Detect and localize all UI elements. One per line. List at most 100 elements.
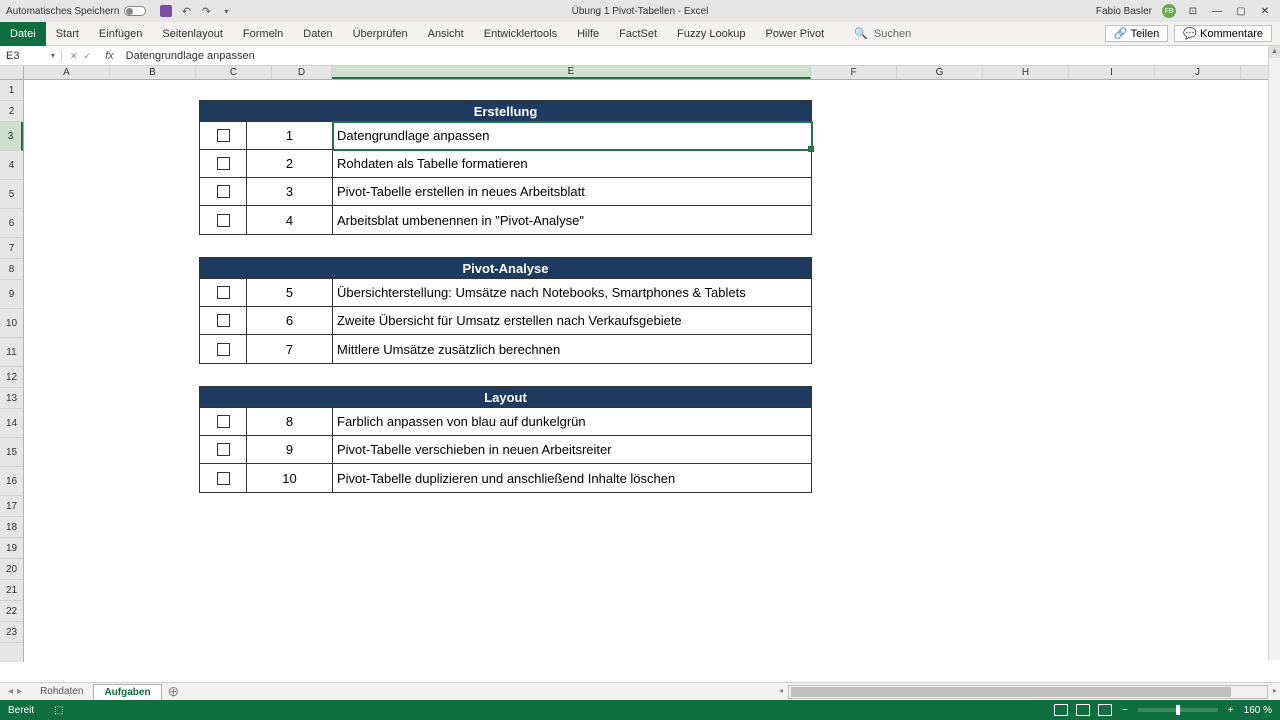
zoom-out-icon[interactable]: − bbox=[1122, 705, 1128, 716]
horizontal-scrollbar[interactable]: ◂ ▸ bbox=[788, 685, 1268, 699]
checkbox-icon[interactable] bbox=[217, 214, 230, 227]
row-header[interactable]: 7 bbox=[0, 238, 23, 259]
macro-record-icon[interactable]: ⬚ bbox=[54, 705, 63, 716]
enter-icon[interactable] bbox=[84, 50, 92, 62]
checkbox-icon[interactable] bbox=[217, 443, 230, 456]
tab-entwicklertools[interactable]: Entwicklertools bbox=[474, 22, 567, 46]
section-header[interactable]: Layout bbox=[200, 387, 811, 408]
checkbox-icon[interactable] bbox=[217, 472, 230, 485]
text-cell[interactable]: Zweite Übersicht für Umsatz erstellen na… bbox=[333, 307, 811, 334]
tab-fuzzy-lookup[interactable]: Fuzzy Lookup bbox=[667, 22, 755, 46]
row-header[interactable]: 20 bbox=[0, 559, 23, 580]
zoom-slider[interactable] bbox=[1138, 708, 1218, 712]
zoom-level[interactable]: 160 % bbox=[1244, 705, 1272, 716]
table-row[interactable]: 3 Pivot-Tabelle erstellen in neues Arbei… bbox=[200, 178, 811, 206]
col-header-h[interactable]: H bbox=[983, 66, 1069, 79]
row-header[interactable]: 18 bbox=[0, 517, 23, 538]
tab-ansicht[interactable]: Ansicht bbox=[418, 22, 474, 46]
name-box[interactable]: E3 ▾ bbox=[0, 50, 62, 62]
redo-icon[interactable]: ↷ bbox=[200, 5, 212, 17]
text-cell[interactable]: Rohdaten als Tabelle formatieren bbox=[333, 150, 811, 177]
sheet-tab-rohdaten[interactable]: Rohdaten bbox=[30, 684, 93, 699]
checkbox-icon[interactable] bbox=[217, 129, 230, 142]
tab-factset[interactable]: FactSet bbox=[609, 22, 667, 46]
checkbox-icon[interactable] bbox=[217, 286, 230, 299]
number-cell[interactable]: 10 bbox=[247, 464, 333, 492]
share-button[interactable]: 🔗 Teilen bbox=[1105, 25, 1168, 42]
maximize-button[interactable]: ▢ bbox=[1234, 4, 1248, 18]
row-header[interactable]: 6 bbox=[0, 209, 23, 238]
table-row[interactable]: 8 Farblich anpassen von blau auf dunkelg… bbox=[200, 408, 811, 436]
tab-einfuegen[interactable]: Einfügen bbox=[89, 22, 152, 46]
row-header[interactable]: 23 bbox=[0, 622, 23, 643]
table-row[interactable]: 10 Pivot-Tabelle duplizieren und anschli… bbox=[200, 464, 811, 492]
table-row[interactable]: 9 Pivot-Tabelle verschieben in neuen Arb… bbox=[200, 436, 811, 464]
number-cell[interactable]: 2 bbox=[247, 150, 333, 177]
row-header[interactable]: 4 bbox=[0, 151, 23, 180]
tab-hilfe[interactable]: Hilfe bbox=[567, 22, 609, 46]
tell-me-search[interactable]: 🔍 Suchen bbox=[854, 27, 911, 40]
row-header[interactable]: 16 bbox=[0, 467, 23, 496]
checkbox-cell[interactable] bbox=[200, 279, 247, 306]
row-header[interactable]: 9 bbox=[0, 280, 23, 309]
checkbox-cell[interactable] bbox=[200, 408, 247, 435]
vertical-scrollbar[interactable]: ▴ bbox=[1268, 46, 1280, 660]
table-row[interactable]: 6 Zweite Übersicht für Umsatz erstellen … bbox=[200, 307, 811, 335]
checkbox-icon[interactable] bbox=[217, 314, 230, 327]
minimize-button[interactable]: — bbox=[1210, 4, 1224, 18]
number-cell[interactable]: 9 bbox=[247, 436, 333, 463]
row-header[interactable]: 12 bbox=[0, 367, 23, 388]
tab-ueberpruefen[interactable]: Überprüfen bbox=[343, 22, 418, 46]
tab-start[interactable]: Start bbox=[46, 22, 89, 46]
table-row[interactable]: 2 Rohdaten als Tabelle formatieren bbox=[200, 150, 811, 178]
checkbox-cell[interactable] bbox=[200, 436, 247, 463]
page-break-view-icon[interactable] bbox=[1098, 704, 1112, 716]
row-header[interactable]: 19 bbox=[0, 538, 23, 559]
number-cell[interactable]: 4 bbox=[247, 206, 333, 234]
sheet-prev-icon[interactable]: ◂ bbox=[8, 686, 13, 697]
section-header[interactable]: Pivot-Analyse bbox=[200, 258, 811, 279]
sheet-tab-aufgaben[interactable]: Aufgaben bbox=[93, 684, 161, 700]
row-header[interactable]: 10 bbox=[0, 309, 23, 338]
col-header-g[interactable]: G bbox=[897, 66, 983, 79]
zoom-in-icon[interactable]: + bbox=[1228, 705, 1234, 716]
comments-button[interactable]: 💬 Kommentare bbox=[1174, 25, 1272, 42]
checkbox-cell[interactable] bbox=[200, 178, 247, 205]
tab-seitenlayout[interactable]: Seitenlayout bbox=[152, 22, 233, 46]
tab-daten[interactable]: Daten bbox=[293, 22, 342, 46]
text-cell[interactable]: Pivot-Tabelle verschieben in neuen Arbei… bbox=[333, 436, 811, 463]
checkbox-cell[interactable] bbox=[200, 122, 247, 149]
row-header[interactable]: 21 bbox=[0, 580, 23, 601]
checkbox-cell[interactable] bbox=[200, 206, 247, 234]
autosave-toggle[interactable] bbox=[124, 6, 146, 16]
col-header-j[interactable]: J bbox=[1155, 66, 1241, 79]
row-header[interactable]: 17 bbox=[0, 496, 23, 517]
text-cell[interactable]: Datengrundlage anpassen bbox=[333, 122, 811, 149]
row-header[interactable]: 14 bbox=[0, 409, 23, 438]
cancel-icon[interactable] bbox=[70, 50, 78, 62]
number-cell[interactable]: 8 bbox=[247, 408, 333, 435]
save-icon[interactable] bbox=[160, 5, 172, 17]
checkbox-cell[interactable] bbox=[200, 150, 247, 177]
fx-icon[interactable]: fx bbox=[99, 50, 120, 62]
row-header[interactable]: 15 bbox=[0, 438, 23, 467]
checkbox-cell[interactable] bbox=[200, 464, 247, 492]
tab-formeln[interactable]: Formeln bbox=[233, 22, 293, 46]
text-cell[interactable]: Farblich anpassen von blau auf dunkelgrü… bbox=[333, 408, 811, 435]
name-box-dropdown-icon[interactable]: ▾ bbox=[51, 51, 55, 60]
row-header[interactable]: 22 bbox=[0, 601, 23, 622]
table-row[interactable]: 5 Übersichterstellung: Umsätze nach Note… bbox=[200, 279, 811, 307]
number-cell[interactable]: 5 bbox=[247, 279, 333, 306]
zoom-thumb[interactable] bbox=[1176, 705, 1180, 715]
tab-power-pivot[interactable]: Power Pivot bbox=[756, 22, 835, 46]
number-cell[interactable]: 6 bbox=[247, 307, 333, 334]
table-row[interactable]: 7 Mittlere Umsätze zusätzlich berechnen bbox=[200, 335, 811, 363]
user-avatar[interactable]: FB bbox=[1162, 4, 1176, 18]
row-header[interactable]: 3 bbox=[0, 122, 23, 151]
row-header[interactable]: 8 bbox=[0, 259, 23, 280]
checkbox-icon[interactable] bbox=[217, 343, 230, 356]
qat-dropdown-icon[interactable]: ▾ bbox=[220, 5, 232, 17]
checkbox-cell[interactable] bbox=[200, 307, 247, 334]
table-row[interactable]: 4 Arbeitsblat umbenennen in "Pivot-Analy… bbox=[200, 206, 811, 234]
page-layout-view-icon[interactable] bbox=[1076, 704, 1090, 716]
